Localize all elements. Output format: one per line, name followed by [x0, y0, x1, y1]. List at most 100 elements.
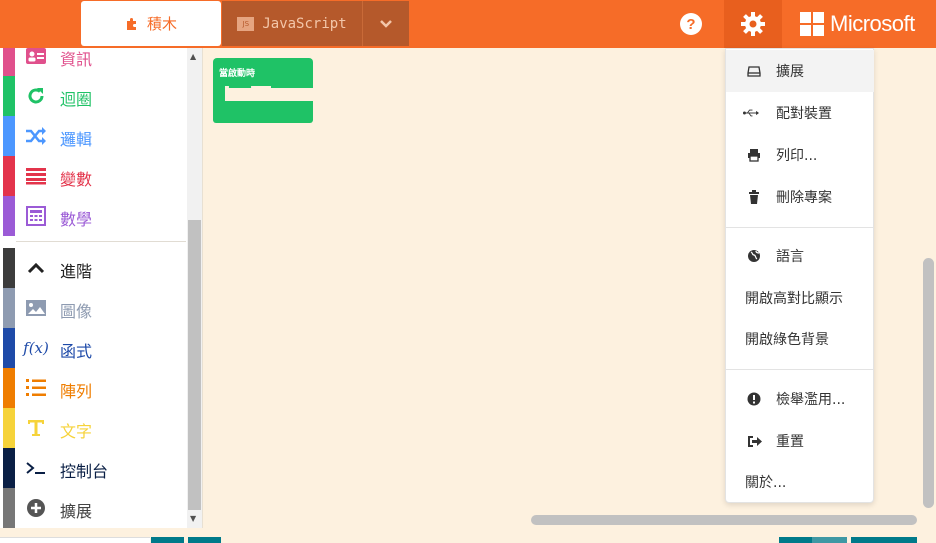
zoom-out-button[interactable]	[851, 537, 884, 543]
menu-item-extensions[interactable]: 擴展	[726, 50, 874, 92]
category-label: 控制台	[60, 462, 109, 481]
info-card-icon	[24, 48, 48, 68]
tab-blocks[interactable]: 積木	[81, 1, 221, 46]
category-extensions[interactable]: 擴展	[0, 488, 186, 528]
terminal-icon	[24, 456, 48, 480]
usb-icon	[743, 105, 759, 121]
category-color-strip	[3, 328, 15, 368]
editor-dropdown-button[interactable]	[362, 1, 409, 46]
toolbox-scrollbar[interactable]: ▲ ▼	[187, 48, 202, 528]
plus-circle-icon	[24, 496, 48, 520]
scroll-up-icon[interactable]: ▲	[190, 52, 196, 61]
category-color-strip	[3, 488, 15, 528]
category-label: 圖像	[60, 302, 93, 321]
category-label: 進階	[60, 262, 93, 281]
trash-icon	[746, 189, 762, 205]
microsoft-logo[interactable]: Microsoft	[800, 11, 915, 37]
menu-item-label: 擴展	[776, 64, 804, 80]
printer-icon	[746, 147, 762, 163]
menu-item-label: 刪除專案	[776, 190, 832, 206]
tab-javascript[interactable]: JS JavaScript	[222, 1, 362, 46]
category-loops[interactable]: 迴圈	[0, 76, 186, 116]
chevron-up-icon	[24, 256, 48, 280]
category-label: 資訊	[60, 50, 93, 69]
category-color-strip	[3, 368, 15, 408]
hdd-icon	[746, 63, 762, 79]
category-console[interactable]: 控制台	[0, 448, 186, 488]
function-icon: f(x)	[23, 339, 49, 357]
category-color-strip	[3, 196, 15, 236]
category-info[interactable]: 資訊	[0, 48, 186, 76]
category-label: 變數	[60, 170, 93, 189]
undo-button[interactable]	[779, 537, 812, 543]
menu-divider	[726, 227, 874, 228]
settings-menu: 擴展 配對裝置 列印... 刪除專案 語言 開啟高對比顯示 開啟綠色背景 檢舉濫…	[725, 48, 874, 503]
menu-item-label: 重置	[776, 434, 804, 450]
category-label: 邏輯	[60, 130, 93, 149]
menu-item-about[interactable]: 關於...	[726, 461, 874, 503]
menu-item-label: 開啟綠色背景	[745, 332, 829, 348]
category-label: 函式	[60, 342, 93, 361]
save-button[interactable]	[188, 537, 221, 543]
category-math[interactable]: 數學	[0, 196, 186, 236]
workspace-vertical-scrollbar[interactable]	[923, 258, 934, 508]
help-icon[interactable]: ?	[680, 13, 702, 35]
menu-item-report-abuse[interactable]: 檢舉濫用...	[726, 378, 874, 420]
chevron-down-icon	[380, 19, 392, 28]
category-label: 數學	[60, 210, 93, 229]
calculator-icon	[24, 204, 48, 228]
category-arrays[interactable]: 陣列	[0, 368, 186, 408]
project-name-input[interactable]	[0, 537, 150, 543]
refresh-icon	[24, 84, 48, 108]
menu-item-language[interactable]: 語言	[726, 235, 874, 277]
numbered-list-icon	[24, 376, 48, 400]
js-icon: JS	[237, 16, 255, 31]
globe-icon	[746, 248, 762, 264]
exclamation-circle-icon	[746, 391, 762, 407]
block-notch	[225, 86, 271, 101]
category-logic[interactable]: 邏輯	[0, 116, 186, 156]
menu-item-delete-project[interactable]: 刪除專案	[726, 176, 874, 218]
block-footer	[213, 101, 313, 123]
category-text[interactable]: 文字	[0, 408, 186, 448]
toolbox-scrollbar-thumb[interactable]	[188, 220, 201, 510]
sign-out-icon	[746, 433, 762, 449]
workspace-horizontal-scrollbar[interactable]	[531, 515, 917, 525]
category-label: 迴圈	[60, 90, 93, 109]
category-color-strip	[3, 156, 15, 196]
menu-divider	[726, 369, 874, 370]
menu-item-reset[interactable]: 重置	[726, 420, 874, 462]
tab-blocks-label: 積木	[146, 15, 177, 33]
category-color-strip	[3, 116, 15, 156]
category-advanced[interactable]: 進階	[0, 248, 186, 288]
category-color-strip	[3, 448, 15, 488]
brand-text: Microsoft	[830, 11, 915, 36]
menu-item-label: 配對裝置	[776, 106, 832, 122]
category-label: 擴展	[60, 502, 93, 521]
category-color-strip	[3, 248, 15, 288]
shuffle-icon	[24, 124, 48, 148]
menu-item-high-contrast[interactable]: 開啟高對比顯示	[726, 277, 874, 319]
zoom-in-button[interactable]	[884, 537, 917, 543]
block-label: 當啟動時	[219, 69, 256, 79]
settings-button[interactable]	[724, 0, 782, 48]
category-color-strip	[3, 48, 15, 76]
menu-item-pair-device[interactable]: 配對裝置	[726, 92, 874, 134]
redo-button[interactable]	[812, 537, 847, 543]
menu-item-label: 檢舉濫用...	[776, 392, 846, 408]
category-color-strip	[3, 288, 15, 328]
menu-item-label: 關於...	[745, 475, 787, 491]
scroll-down-icon[interactable]: ▼	[190, 514, 196, 523]
toolbox-divider	[16, 241, 186, 242]
category-variables[interactable]: 變數	[0, 156, 186, 196]
category-images[interactable]: 圖像	[0, 288, 186, 328]
download-button[interactable]	[151, 537, 184, 543]
category-functions[interactable]: f(x) 函式	[0, 328, 186, 368]
category-label: 文字	[60, 422, 93, 441]
category-color-strip	[3, 408, 15, 448]
toolbox: 資訊 迴圈 邏輯 變數 數學 進階 圖像 f(x) 函式 陣列 文字 控制台 擴…	[0, 48, 203, 528]
menu-item-print[interactable]: 列印...	[726, 134, 874, 176]
menu-item-green-background[interactable]: 開啟綠色背景	[726, 318, 874, 360]
category-color-strip	[3, 76, 15, 116]
top-bar: 積木 JS JavaScript ? Microsoft	[0, 0, 936, 48]
